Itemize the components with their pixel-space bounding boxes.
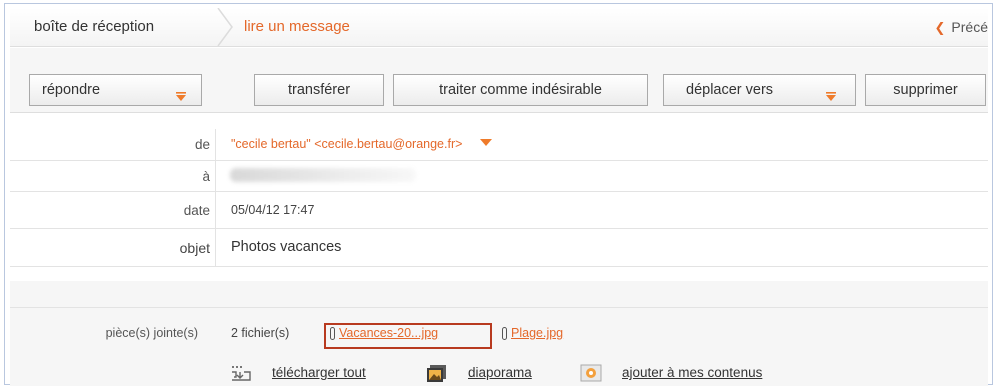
header-row-subject: objet Photos vacances	[10, 229, 988, 267]
column-divider	[215, 192, 216, 228]
slideshow-link[interactable]: diaporama	[468, 365, 532, 380]
date-label: date	[183, 203, 210, 218]
header-row-from: de "cecile bertau" <cecile.bertau@orange…	[10, 129, 988, 161]
date-value: 05/04/12 17:47	[231, 203, 315, 217]
move-label: déplacer vers	[686, 82, 774, 98]
paperclip-icon	[502, 327, 507, 341]
add-content-icon	[580, 364, 602, 382]
attachment-file-1[interactable]: Vacances-20...jpg	[330, 326, 438, 341]
breadcrumb-current: lire un message	[244, 18, 350, 35]
move-to-button[interactable]: déplacer vers	[663, 74, 856, 106]
sender-address[interactable]: "cecile bertau" <cecile.bertau@orange.fr…	[231, 137, 462, 151]
breadcrumb-inbox-link[interactable]: boîte de réception	[10, 8, 224, 46]
mark-as-spam-button[interactable]: traiter comme indésirable	[393, 74, 648, 106]
attachments-panel: pièce(s) jointe(s) 2 fichier(s) Vacances…	[10, 308, 988, 386]
arrow-left-icon: ❮	[934, 20, 946, 35]
from-value[interactable]: "cecile bertau" <cecile.bertau@orange.fr…	[231, 137, 492, 151]
dropdown-triangle-icon[interactable]	[479, 139, 492, 147]
dropdown-triangle-icon	[175, 84, 187, 114]
message-window: boîte de réception lire un message ❮ Préc…	[4, 3, 993, 386]
attachment-link-1[interactable]: Vacances-20...jpg	[339, 326, 438, 340]
breadcrumb: boîte de réception lire un message ❮ Préc…	[10, 8, 988, 47]
breadcrumb-separator-icon	[217, 8, 233, 46]
to-label: à	[202, 169, 210, 184]
header-row-to: à	[10, 161, 988, 192]
subject-label: objet	[179, 240, 210, 256]
column-divider	[215, 229, 216, 266]
attachment-link-2[interactable]: Plage.jpg	[511, 326, 563, 340]
paperclip-icon	[330, 327, 335, 341]
attachment-file-2[interactable]: Plage.jpg	[502, 326, 563, 341]
reply-label: répondre	[42, 82, 101, 98]
redacted-recipient	[230, 168, 416, 182]
subject-value: Photos vacances	[231, 239, 342, 255]
slideshow-icon	[427, 365, 446, 382]
from-label: de	[194, 137, 210, 152]
previous-label: Précé	[951, 19, 988, 35]
dropdown-triangle-icon	[825, 84, 837, 114]
reply-button[interactable]: répondre	[29, 74, 202, 106]
delete-button[interactable]: supprimer	[865, 74, 986, 106]
column-divider	[215, 161, 216, 191]
forward-button[interactable]: transférer	[254, 74, 384, 106]
header-row-date: date 05/04/12 17:47	[10, 192, 988, 229]
previous-message-link[interactable]: ❮ Précé	[935, 8, 988, 47]
attachments-label: pièce(s) jointe(s)	[105, 326, 198, 340]
spacer	[10, 281, 988, 308]
download-all-link[interactable]: télécharger tout	[272, 365, 366, 380]
message-toolbar: répondre transférer traiter comme indési…	[10, 48, 988, 113]
download-icon	[232, 366, 251, 381]
attachments-count: 2 fichier(s)	[231, 326, 290, 340]
add-to-content-link[interactable]: ajouter à mes contenus	[622, 365, 762, 380]
column-divider	[215, 129, 216, 160]
